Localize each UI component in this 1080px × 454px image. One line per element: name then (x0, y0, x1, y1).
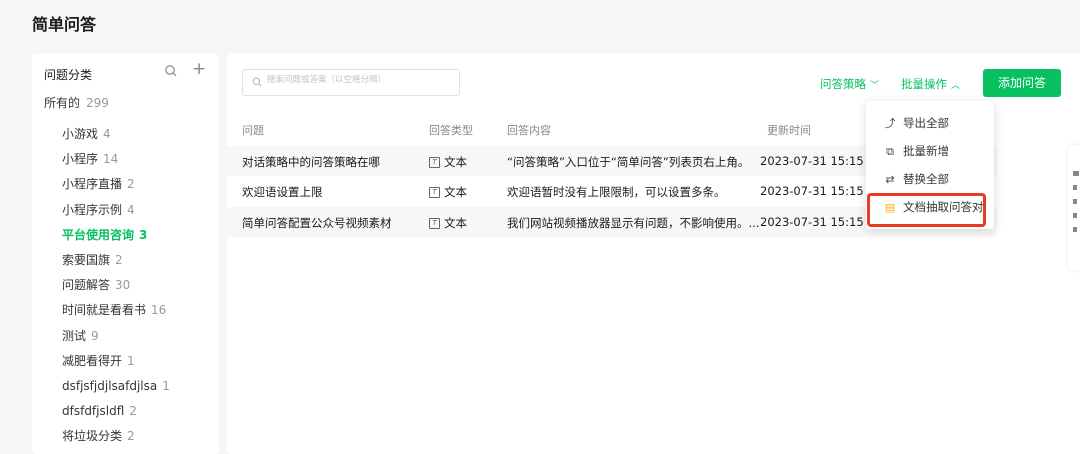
side-panel-mark (1073, 199, 1077, 204)
category-item[interactable]: 测试 9 (62, 328, 170, 353)
row-question: 对话策略中的问答策略在哪 (242, 155, 380, 169)
category-item[interactable]: 将垃圾分类 2 (62, 428, 170, 453)
header-answer-content: 回答内容 (507, 124, 551, 137)
row-answer: “问答策略”入口位于“简单问答”列表页右上角。 (507, 155, 750, 169)
category-item[interactable]: 小游戏 4 (62, 126, 170, 151)
side-float-panel[interactable] (1068, 145, 1080, 270)
row-question: 欢迎语设置上限 (242, 185, 323, 199)
side-panel-mark (1073, 227, 1077, 232)
row-question: 简单问答配置公众号视频素材 (242, 216, 392, 230)
row-type: T 文本 (429, 184, 467, 200)
batch-operation-label: 批量操作 (901, 77, 947, 91)
search-icon[interactable] (164, 64, 178, 78)
category-all-label: 所有的 (44, 96, 81, 110)
category-item[interactable]: 小程序直播 2 (62, 176, 170, 201)
menu-item-export-all[interactable]: ⤴ 导出全部 (884, 115, 950, 131)
category-item[interactable]: 小程序示例 4 (62, 202, 170, 227)
add-category-icon[interactable]: + (192, 60, 206, 78)
search-icon (252, 77, 262, 87)
chevron-up-icon: ︿ (951, 81, 961, 91)
menu-item-replace-all[interactable]: ⇄ 替换全部 (884, 171, 949, 187)
batch-operation-button[interactable]: 批量操作 ︿ (901, 76, 960, 92)
category-item[interactable]: 问题解答 30 (62, 277, 170, 302)
row-time: 2023-07-31 15:15 (760, 184, 864, 198)
page-title: 简单问答 (32, 15, 97, 34)
category-all[interactable]: 所有的 299 (44, 94, 109, 111)
category-all-count: 299 (86, 96, 109, 110)
category-sidebar: 问题分类 + 所有的 299 小游戏 4 小程序 14 小程序直播 2 小程序示例 4 平… (32, 54, 219, 454)
category-list: 小游戏 4 小程序 14 小程序直播 2 小程序示例 4 平台使用咨询 3 索要国旗 2 问… (62, 126, 170, 453)
row-answer: 我们网站视频播放器显示有问题，不影响使用。... (507, 216, 760, 230)
side-panel-mark (1073, 171, 1079, 176)
row-type: T 文本 (429, 215, 467, 231)
header-answer-type: 回答类型 (429, 124, 473, 137)
row-type: T 文本 (429, 154, 467, 170)
category-item[interactable]: 时间就是看看书 16 (62, 302, 170, 327)
text-type-icon: T (429, 187, 440, 198)
text-type-icon: T (429, 218, 440, 229)
add-qa-button[interactable]: 添加问答 (983, 69, 1061, 97)
side-panel-mark (1073, 185, 1077, 190)
search-input[interactable] (265, 74, 449, 86)
text-type-icon: T (429, 157, 440, 168)
search-box[interactable] (242, 69, 460, 96)
category-item[interactable]: 减肥看得开 1 (62, 353, 170, 378)
menu-item-batch-add[interactable]: ⧉ 批量新增 (884, 143, 949, 159)
side-panel-mark (1073, 213, 1077, 218)
category-item[interactable]: 索要国旗 2 (62, 252, 170, 277)
row-time: 2023-07-31 15:15 (760, 215, 864, 229)
chevron-down-icon: ﹀ (870, 81, 880, 91)
category-item[interactable]: dsfjsfjdjlsafdjlsa 1 (62, 378, 170, 403)
export-icon: ⤴ (884, 117, 896, 130)
header-updated-time: 更新时间 (767, 124, 811, 137)
header-question: 问题 (242, 124, 264, 137)
category-item[interactable]: 小程序 14 (62, 151, 170, 176)
row-time: 2023-07-31 15:15 (760, 154, 864, 168)
category-item-active[interactable]: 平台使用咨询 3 (62, 227, 170, 252)
qa-strategy-label: 问答策略 (820, 77, 866, 91)
replace-icon: ⇄ (885, 173, 895, 186)
row-answer: 欢迎语暂时没有上限限制，可以设置多条。 (507, 185, 726, 199)
highlight-box (867, 193, 986, 227)
category-title: 问题分类 (44, 68, 93, 82)
batch-add-icon: ⧉ (886, 145, 894, 158)
qa-strategy-button[interactable]: 问答策略 ﹀ (820, 76, 879, 92)
category-item[interactable]: dfsfdfjsldfl 2 (62, 403, 170, 428)
